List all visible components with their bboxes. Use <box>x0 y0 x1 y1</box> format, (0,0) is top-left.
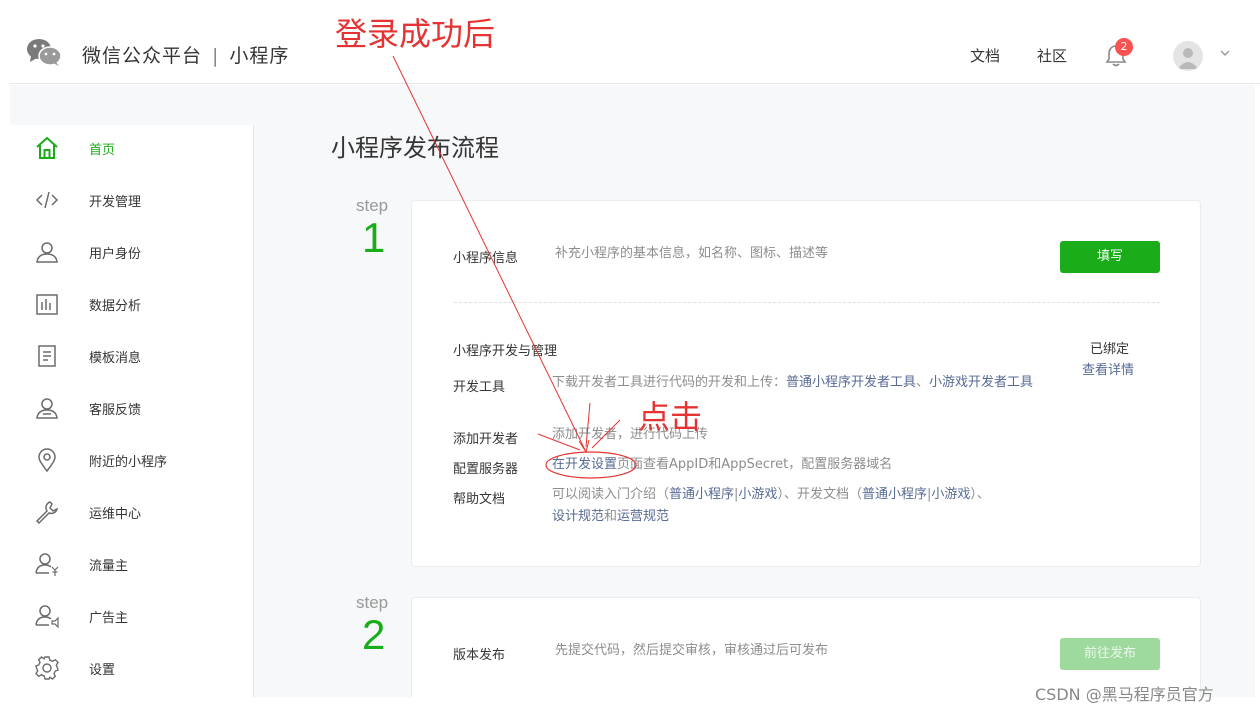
home-icon <box>36 136 58 159</box>
sidebar-item-ops-center[interactable]: 运维中心 <box>10 491 253 531</box>
brand-separator: | <box>212 45 220 67</box>
sidebar-item-data-analysis[interactable]: 数据分析 <box>10 283 253 323</box>
sidebar-item-label: 模板消息 <box>89 351 142 366</box>
sidebar-item-label: 首页 <box>89 143 116 158</box>
sidebar-item-label: 运维中心 <box>89 507 142 522</box>
normal-devtools-link[interactable]: 普通小程序开发者工具 <box>786 375 916 390</box>
step1-card: 小程序信息 补充小程序的基本信息，如名称、图标、描述等 填写 小程序开发与管理 … <box>411 200 1201 567</box>
sidebar-item-nearby-miniprogram[interactable]: 附近的小程序 <box>10 439 253 479</box>
wrench-icon <box>35 501 59 525</box>
server-config-desc: 在开发设置页面查看AppID和AppSecret，配置服务器域名 <box>552 454 892 476</box>
user-yen-icon <box>35 553 59 576</box>
dev-settings-link[interactable]: 在开发设置 <box>552 457 617 472</box>
dev-tools-label: 开发工具 <box>453 380 506 395</box>
sidebar-item-label: 用户身份 <box>89 247 142 262</box>
help-docs-label: 帮助文档 <box>453 492 506 507</box>
server-config-text: 页面查看AppID和AppSecret，配置服务器域名 <box>617 457 893 472</box>
step1-number: 1 <box>362 214 386 261</box>
intro-normal-link[interactable]: 普通小程序 <box>669 487 734 502</box>
sidebar-item-template-messages[interactable]: 模板消息 <box>10 335 253 375</box>
intro-game-link[interactable]: 小游戏 <box>738 487 777 502</box>
code-icon <box>35 191 59 209</box>
step2-number: 2 <box>362 611 386 658</box>
go-release-button[interactable]: 前往发布 <box>1060 638 1160 670</box>
help-docs-desc: 可以阅读入门介绍（普通小程序|小游戏）、开发文档（普通小程序|小游戏）、 设计规范… <box>552 484 1072 528</box>
brand-title: 微信公众平台 | 小程序 <box>82 41 289 68</box>
sidebar-item-settings[interactable]: 设置 <box>10 647 253 687</box>
location-icon <box>38 448 56 473</box>
document-icon <box>38 345 56 367</box>
view-details-link[interactable]: 查看详情 <box>1082 359 1134 378</box>
nav-community-link[interactable]: 社区 <box>1037 45 1067 66</box>
watermark: CSDN @黑马程序员官方 <box>1035 685 1214 704</box>
design-guide-link[interactable]: 设计规范 <box>552 509 604 524</box>
version-release-desc: 先提交代码，然后提交审核，审核通过后可发布 <box>555 643 829 658</box>
brand-name: 微信公众平台 <box>82 45 203 67</box>
dev-management-title: 小程序开发与管理 <box>453 344 558 359</box>
add-developer-label: 添加开发者 <box>453 432 519 447</box>
docs-game-link[interactable]: 小游戏 <box>931 487 970 502</box>
page-title: 小程序发布流程 <box>331 134 499 162</box>
sidebar-item-traffic-owner[interactable]: 流量主 <box>10 543 253 583</box>
sidebar-item-advertiser[interactable]: 广告主 <box>10 595 253 635</box>
sidebar-item-user-identity[interactable]: 用户身份 <box>10 231 253 271</box>
miniprogram-info-desc: 补充小程序的基本信息，如名称、图标、描述等 <box>555 246 829 261</box>
sidebar-item-label: 设置 <box>89 663 116 678</box>
step1-word: step <box>356 196 389 215</box>
user-icon <box>36 242 58 263</box>
miniprogram-info-label: 小程序信息 <box>453 251 519 266</box>
nav-docs-link[interactable]: 文档 <box>970 45 1000 66</box>
notification-badge: 2 <box>1115 38 1133 56</box>
wechat-logo-icon <box>27 39 62 66</box>
server-config-label: 配置服务器 <box>453 462 519 477</box>
sidebar-item-label: 流量主 <box>89 559 129 574</box>
ops-guide-link[interactable]: 运营规范 <box>617 509 669 524</box>
sidebar-item-label: 数据分析 <box>89 299 142 314</box>
fill-button[interactable]: 填写 <box>1060 241 1160 273</box>
gear-icon <box>35 656 59 680</box>
dev-tools-desc: 下载开发者工具进行代码的开发和上传：普通小程序开发者工具、小游戏开发者工具 <box>552 372 1072 394</box>
help-text-end: ）、 <box>970 487 990 502</box>
sidebar-item-home[interactable]: 首页 <box>10 127 253 167</box>
login-success-annotation: 登录成功后 <box>335 15 496 53</box>
bound-status: 已绑定 <box>1090 342 1130 357</box>
click-annotation: 点击 <box>638 398 703 436</box>
dev-tools-sep: 、 <box>916 375 930 390</box>
sidebar-item-customer-service[interactable]: 客服反馈 <box>10 387 253 427</box>
step2-word: step <box>356 593 389 612</box>
sidebar-item-label: 开发管理 <box>89 195 142 210</box>
bar-chart-icon <box>36 294 58 315</box>
sidebar-item-label: 广告主 <box>89 611 129 626</box>
sidebar-item-label: 附近的小程序 <box>89 455 168 470</box>
dev-tools-text: 下载开发者工具进行代码的开发和上传： <box>552 375 787 390</box>
brand-subtitle: 小程序 <box>229 45 290 67</box>
sidebar: 首页 开发管理 用户身份 数据分析 模板消息 客服反馈 附近的小程序 运维中心 … <box>10 125 254 697</box>
sidebar-item-dev-management[interactable]: 开发管理 <box>10 179 253 219</box>
user-speaker-icon <box>35 605 59 629</box>
game-devtools-link[interactable]: 小游戏开发者工具 <box>929 375 1033 390</box>
support-icon <box>36 398 58 419</box>
sidebar-item-label: 客服反馈 <box>89 403 142 418</box>
default-avatar-icon <box>1178 48 1198 69</box>
help-text-prefix: 可以阅读入门介绍（ <box>552 487 670 502</box>
chevron-down-icon[interactable] <box>1218 46 1232 60</box>
help-and: 和 <box>604 509 618 524</box>
version-release-label: 版本发布 <box>453 648 506 663</box>
help-text-mid: ）、开发文档（ <box>777 487 862 502</box>
card-divider <box>454 302 1160 303</box>
avatar[interactable] <box>1173 41 1203 71</box>
docs-normal-link[interactable]: 普通小程序 <box>862 487 927 502</box>
